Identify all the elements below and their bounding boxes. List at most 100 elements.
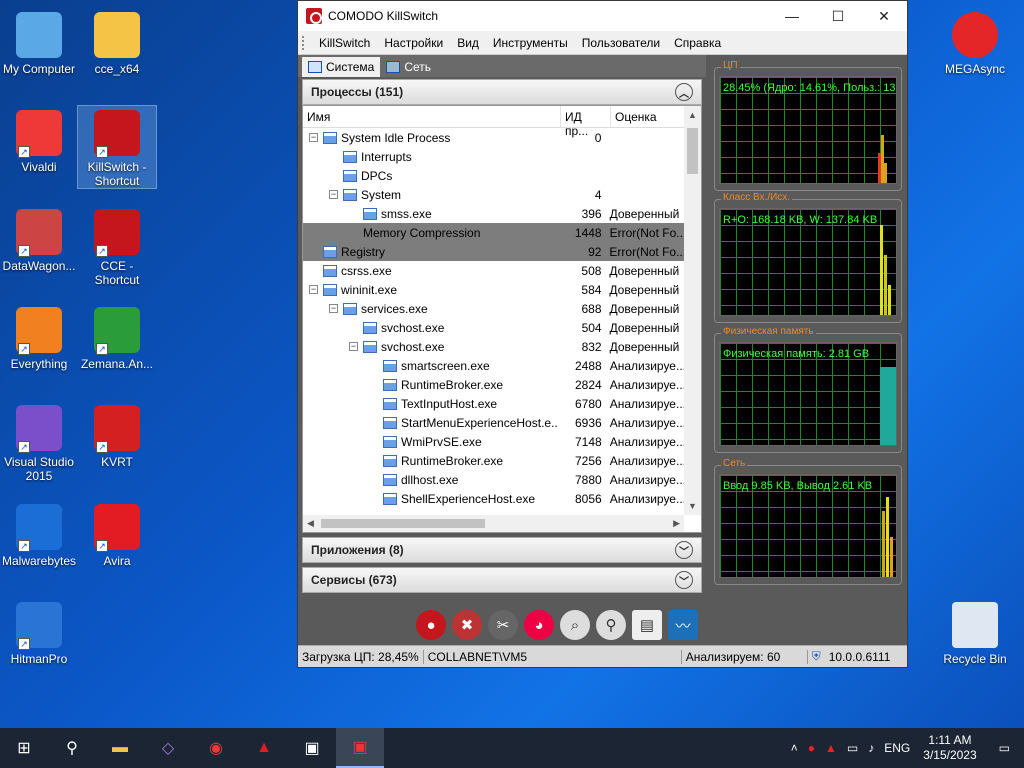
process-row[interactable]: RuntimeBroker.exe 7256 Анализируе... [303,451,684,470]
desktop-shortcut[interactable]: cce_x64 [78,8,156,76]
vertical-scrollbar[interactable]: ▲ ▼ [684,106,701,515]
network-taskbar-icon[interactable]: ▣ [288,728,336,768]
applications-section-header[interactable]: Приложения (8) ﹀ [302,537,702,563]
process-row[interactable]: smartscreen.exe 2488 Анализируе... [303,356,684,375]
killswitch-taskbar-icon[interactable]: ▣ [336,728,384,768]
menu-item[interactable]: Пользователи [575,36,667,50]
desktop-shortcut[interactable]: ↗ Avira [78,500,156,568]
start-windows-icon[interactable]: ⊞ [0,728,48,768]
chevron-down-icon[interactable]: ﹀ [675,541,693,559]
file-explorer-icon[interactable]: ▬ [96,728,144,768]
process-row[interactable]: ShellExperienceHost.exe 8056 Анализируе... [303,489,684,508]
process-row[interactable]: Registry 92 Error(Not Fo... [303,242,684,261]
collapse-toggle-icon[interactable]: − [349,342,358,351]
desktop-shortcut[interactable]: ↗ DataWagon... [0,205,78,273]
clock[interactable]: 1:11 AM 3/15/2023 [915,733,984,763]
search-icon[interactable]: ⚲ [48,728,96,768]
network-tray-icon[interactable]: ▭ [842,741,863,755]
close-button[interactable]: ✕ [861,1,907,31]
title-bar[interactable]: COMODO KillSwitch — ☐ ✕ [298,1,907,31]
scroll-left-arrow-icon[interactable]: ◀ [307,518,314,529]
minimize-button[interactable]: — [769,1,815,31]
collapse-toggle-icon[interactable]: − [329,304,338,313]
chevron-down-icon[interactable]: ﹀ [675,571,693,589]
process-row[interactable]: Memory Compression 1448 Error(Not Fo... [303,223,684,242]
comodo-tool-icon[interactable]: ● [416,610,446,640]
processes-section-header[interactable]: Процессы (151) ︿ [302,79,702,105]
maximize-button[interactable]: ☐ [815,1,861,31]
process-row[interactable]: csrss.exe 508 Доверенный [303,261,684,280]
visual-studio-taskbar-icon[interactable]: ◇ [144,728,192,768]
menu-item[interactable]: Инструменты [486,36,575,50]
search-tool-icon[interactable]: ⚲ [596,610,626,640]
desktop-shortcut[interactable]: ↗ HitmanPro [0,598,78,666]
shortcut-arrow-icon: ↗ [18,441,30,453]
process-row[interactable]: TextInputHost.exe 6780 Анализируе... [303,394,684,413]
desktop-shortcut[interactable]: ↗ CCE - Shortcut [78,205,156,287]
collapse-toggle-icon[interactable]: − [309,285,318,294]
horizontal-scrollbar[interactable]: ◀ ▶ [303,515,684,532]
process-row[interactable]: dllhost.exe 7880 Анализируе... [303,470,684,489]
desktop-shortcut[interactable]: My Computer [0,8,78,76]
inspect-tool-icon[interactable]: ⌕ [560,610,590,640]
process-row[interactable]: DPCs [303,166,684,185]
chevron-up-icon[interactable]: ˄ [786,741,803,755]
column-name[interactable]: Имя [303,106,561,127]
desktop-shortcut[interactable]: ↗ KVRT [78,401,156,469]
tab-system[interactable]: Система [302,57,381,77]
desktop-shortcut[interactable]: ↗ Vivaldi [0,106,78,174]
volume-icon[interactable]: ♪ [863,741,879,755]
memory-graph-text: Физическая память: 2.81 GB [723,348,870,360]
language-indicator[interactable]: ENG [879,741,915,755]
horizontal-scroll-thumb[interactable] [321,519,485,528]
kill-tool-icon[interactable]: ✖ [452,610,482,640]
collapse-toggle-icon[interactable]: − [329,190,338,199]
notifications-icon[interactable]: ▭ [985,741,1024,755]
files-tool-icon[interactable]: ▤ [632,610,662,640]
vertical-scroll-thumb[interactable] [687,128,698,174]
process-row[interactable]: svchost.exe 504 Доверенный [303,318,684,337]
column-pid[interactable]: ИД пр... [561,106,611,138]
mega-tray-icon[interactable]: ● [803,741,820,755]
process-row[interactable]: − System Idle Process 0 [303,128,684,147]
process-row[interactable]: smss.exe 396 Доверенный [303,204,684,223]
scroll-right-arrow-icon[interactable]: ▶ [673,518,680,529]
desktop-shortcut[interactable]: ↗ Malwarebytes [0,500,78,568]
collapse-toggle-icon[interactable]: − [309,133,318,142]
scroll-up-arrow-icon[interactable]: ▲ [688,110,697,120]
menu-item[interactable]: KillSwitch [312,36,377,50]
process-pid: 1448 [574,225,602,240]
process-row[interactable]: − svchost.exe 832 Доверенный [303,337,684,356]
desktop-shortcut[interactable]: ↗ KillSwitch - Shortcut [77,105,157,189]
avira-tray-icon[interactable]: ▲ [820,741,842,755]
process-row[interactable]: Interrupts [303,147,684,166]
shortcut-arrow-icon: ↗ [96,343,108,355]
process-row[interactable]: RuntimeBroker.exe 2824 Анализируе... [303,375,684,394]
menu-item[interactable]: Настройки [377,36,450,50]
process-row[interactable]: − wininit.exe 584 Доверенный [303,280,684,299]
tab-network[interactable]: Сеть [380,57,437,77]
avira-taskbar-icon[interactable]: ▲ [240,728,288,768]
column-rating[interactable]: Оценка [611,106,691,127]
desktop-shortcut[interactable]: ↗ Everything [0,303,78,371]
process-row[interactable]: − services.exe 688 Доверенный [303,299,684,318]
desktop-shortcut[interactable]: ↗ Visual Studio 2015 [0,401,78,483]
process-row[interactable]: WmiPrvSE.exe 7148 Анализируе... [303,432,684,451]
process-row[interactable]: StartMenuExperienceHost.e... 6936 Анализир… [303,413,684,432]
desktop-shortcut[interactable]: ↗ Zemana.An... [78,303,156,371]
chart-tool-icon[interactable]: ◕ [524,610,554,640]
process-row[interactable]: − System 4 [303,185,684,204]
menu-item[interactable]: Справка [667,36,728,50]
scroll-down-arrow-icon[interactable]: ▼ [688,501,697,511]
desktop-shortcut[interactable]: Recycle Bin [936,598,1014,666]
chevron-up-icon[interactable]: ︿ [675,83,693,101]
vivaldi-taskbar-icon[interactable]: ◉ [192,728,240,768]
process-name-cell: smartscreen.exe [303,359,557,373]
desktop-shortcut[interactable]: MEGAsync [936,8,1014,76]
services-section-header[interactable]: Сервисы (673) ﹀ [302,567,702,593]
io-graph-label: Класс Вх./Исх. [721,192,793,203]
menu-item[interactable]: Вид [450,36,486,50]
monitor-tool-icon[interactable]: 〰 [668,610,698,640]
process-name-cell: Memory Compression [303,226,557,240]
repair-tool-icon[interactable]: ✂ [488,610,518,640]
